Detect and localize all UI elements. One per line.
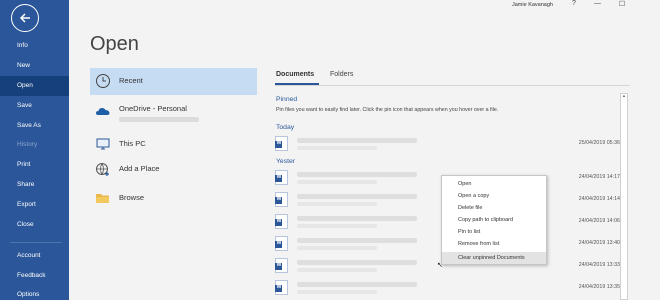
document-row[interactable]: W 25/04/2019 05:36 (275, 134, 620, 154)
scroll-up-icon[interactable]: ▲ (621, 93, 627, 99)
cloud-icon (96, 108, 110, 115)
document-row[interactable]: W 24/04/2019 13:35 (275, 278, 620, 298)
pinned-hint: Pin files you want to easily find later.… (276, 107, 499, 113)
nav-new[interactable]: New (0, 56, 69, 76)
document-path-redacted (297, 224, 377, 228)
help-icon[interactable]: ? (572, 0, 576, 7)
document-name-redacted (297, 260, 417, 265)
word-doc-icon: W (275, 214, 288, 229)
backstage-nav: Info New Open Save Save As History Print… (0, 0, 69, 300)
menu-delete-file[interactable]: Delete file (442, 202, 546, 214)
nav-feedback[interactable]: Feedback (0, 266, 69, 286)
nav-save-as[interactable]: Save As (0, 116, 69, 136)
location-label: This PC (119, 139, 146, 148)
document-name-redacted (297, 194, 417, 199)
document-date: 24/04/2019 14:17 (578, 174, 620, 180)
location-label: Recent (119, 76, 143, 85)
clock-icon (96, 74, 110, 88)
nav-info[interactable]: Info (0, 36, 69, 56)
mouse-cursor-icon: ↖ (437, 262, 443, 269)
nav-divider (10, 242, 62, 243)
location-label: OneDrive - Personal (119, 104, 187, 113)
back-arrow-icon (19, 13, 30, 23)
tab-documents[interactable]: Documents (276, 71, 314, 78)
globe-plus-icon (96, 163, 109, 176)
minimize-button[interactable]: — (594, 0, 601, 7)
nav-options[interactable]: Options (0, 285, 69, 300)
document-path-redacted (297, 268, 377, 272)
computer-icon (96, 138, 110, 150)
section-pinned: Pinned (276, 96, 298, 103)
document-path-redacted (297, 146, 377, 150)
document-name-redacted (297, 216, 417, 221)
word-doc-icon: W (275, 236, 288, 251)
section-today: Today (276, 124, 295, 131)
document-name-redacted (297, 172, 417, 177)
page-title: Open (90, 33, 139, 55)
location-label: Browse (119, 193, 145, 202)
word-doc-icon: W (275, 280, 288, 295)
nav-save[interactable]: Save (0, 96, 69, 116)
back-button[interactable] (11, 4, 39, 32)
tabs-divider (275, 85, 630, 86)
tab-folders[interactable]: Folders (330, 71, 353, 78)
menu-open-copy[interactable]: Open a copy (442, 190, 546, 202)
word-doc-icon: W (275, 192, 288, 207)
section-yesterday: Yester (276, 158, 296, 165)
restore-button[interactable]: ☐ (619, 0, 625, 8)
word-doc-icon: W (275, 258, 288, 273)
document-name-redacted (297, 138, 417, 143)
account-email-redacted (119, 117, 199, 122)
nav-export[interactable]: Export (0, 195, 69, 215)
scrollbar[interactable] (620, 93, 628, 300)
menu-open[interactable]: Open (442, 178, 546, 190)
context-menu: Open Open a copy Delete file Copy path t… (441, 175, 547, 265)
document-name-redacted (297, 282, 417, 287)
nav-share[interactable]: Share (0, 175, 69, 195)
nav-open[interactable]: Open (0, 76, 69, 96)
location-label: Add a Place (119, 164, 160, 173)
location-add-place[interactable]: Add a Place (90, 156, 257, 183)
location-this-pc[interactable]: This PC (90, 131, 257, 158)
nav-history: History (17, 141, 38, 148)
document-path-redacted (297, 246, 377, 250)
menu-remove-from-list[interactable]: Remove from list (442, 238, 546, 250)
document-date: 24/04/2019 13:40 (578, 240, 620, 246)
menu-copy-path[interactable]: Copy path to clipboard (442, 214, 546, 226)
location-onedrive[interactable]: OneDrive - Personal (90, 98, 257, 125)
location-browse[interactable]: Browse (90, 185, 257, 212)
folder-icon (96, 194, 109, 203)
menu-pin-to-list[interactable]: Pin to list (442, 226, 546, 238)
document-date: 25/04/2019 05:36 (578, 140, 620, 146)
nav-print[interactable]: Print (0, 155, 69, 175)
document-date: 24/04/2019 14:14 (578, 196, 620, 202)
document-path-redacted (297, 202, 377, 206)
nav-close[interactable]: Close (0, 215, 69, 235)
location-recent[interactable]: Recent (90, 68, 257, 95)
document-date: 24/04/2019 13:35 (578, 284, 620, 290)
user-name[interactable]: Jamie Kavanagh (512, 2, 553, 8)
document-path-redacted (297, 290, 377, 294)
menu-clear-unpinned[interactable]: Clear unpinned Documents (442, 252, 546, 264)
word-doc-icon: W (275, 136, 288, 151)
word-doc-icon: W (275, 170, 288, 185)
document-name-redacted (297, 238, 417, 243)
document-path-redacted (297, 180, 377, 184)
nav-account[interactable]: Account (0, 246, 69, 266)
document-date: 24/04/2019 14:06 (578, 218, 620, 224)
document-date: 24/04/2019 13:33 (578, 262, 620, 268)
